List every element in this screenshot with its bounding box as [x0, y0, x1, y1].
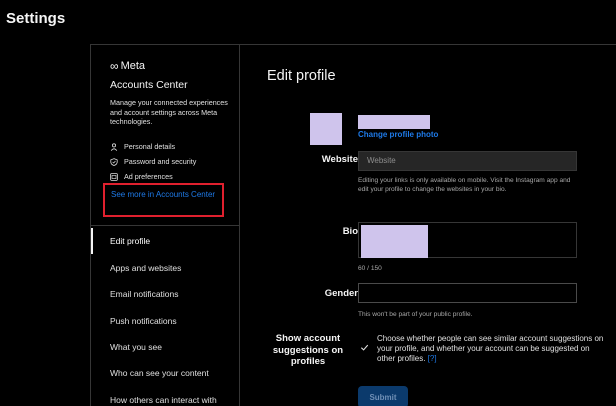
- ac-item-password-security[interactable]: Password and security: [110, 157, 196, 166]
- gender-help-text: This won't be part of your public profil…: [358, 311, 473, 318]
- ac-item-personal-details[interactable]: Personal details: [110, 142, 175, 151]
- bio-label: Bio: [342, 226, 358, 237]
- website-label: Website: [321, 154, 358, 165]
- suggestions-checkbox[interactable]: [360, 343, 369, 352]
- sidebar: ∞ Meta Accounts Center Manage your conne…: [91, 45, 240, 406]
- nav-item-who-can-see-your-content[interactable]: Who can see your content: [110, 368, 209, 378]
- nav-item-what-you-see[interactable]: What you see: [110, 342, 162, 352]
- edit-profile-main: Edit profile Change profile photo Websit…: [241, 45, 616, 406]
- website-field[interactable]: Website: [358, 151, 577, 171]
- change-profile-photo-link[interactable]: Change profile photo: [358, 130, 438, 139]
- see-more-accounts-center-link[interactable]: See more in Accounts Center: [111, 190, 219, 200]
- gender-label: Gender: [324, 288, 358, 299]
- accounts-center-title: Accounts Center: [110, 79, 188, 91]
- nav-item-how-others-can-interact[interactable]: How others can interact with: [110, 395, 217, 405]
- settings-panel: ∞ Meta Accounts Center Manage your conne…: [90, 44, 616, 406]
- meta-infinity-icon: ∞: [110, 59, 119, 73]
- website-help-text: Editing your links is only available on …: [358, 177, 571, 193]
- nav-item-apps-and-websites[interactable]: Apps and websites: [110, 263, 181, 273]
- ac-item-label: Password and security: [124, 157, 197, 166]
- nav-item-push-notifications[interactable]: Push notifications: [110, 316, 177, 326]
- shield-icon: [110, 157, 118, 166]
- ac-item-label: Ad preferences: [124, 172, 173, 181]
- suggestions-label: Show account suggestions on profiles: [272, 333, 344, 367]
- submit-button[interactable]: Submit: [358, 386, 408, 406]
- checkmark-icon: [360, 344, 369, 351]
- bio-text-redacted: [361, 225, 428, 258]
- ac-item-label: Personal details: [124, 142, 176, 151]
- suggestions-text: Choose whether people can see similar ac…: [377, 334, 604, 363]
- edit-profile-title: Edit profile: [267, 68, 336, 84]
- person-icon: [110, 142, 118, 151]
- ac-item-ad-preferences[interactable]: Ad preferences: [110, 172, 173, 181]
- suggestions-description: Choose whether people can see similar ac…: [377, 334, 607, 364]
- avatar[interactable]: [310, 113, 342, 145]
- meta-brand-text: Meta: [120, 60, 146, 72]
- accounts-center-description: Manage your connected experiences and ac…: [110, 98, 228, 127]
- highlight-box: [103, 183, 224, 217]
- ad-icon: [110, 172, 118, 181]
- page-title: Settings: [6, 10, 66, 27]
- meta-logo: ∞ Meta: [110, 59, 145, 73]
- suggestions-help-link[interactable]: [?]: [428, 354, 437, 363]
- active-nav-indicator: [91, 228, 93, 254]
- nav-item-email-notifications[interactable]: Email notifications: [110, 289, 179, 299]
- username-redacted: [358, 115, 430, 129]
- sidebar-divider: [91, 225, 240, 226]
- bio-char-count: 60 / 150: [358, 265, 382, 272]
- nav-item-edit-profile[interactable]: Edit profile: [110, 236, 150, 246]
- gender-field[interactable]: [358, 283, 577, 303]
